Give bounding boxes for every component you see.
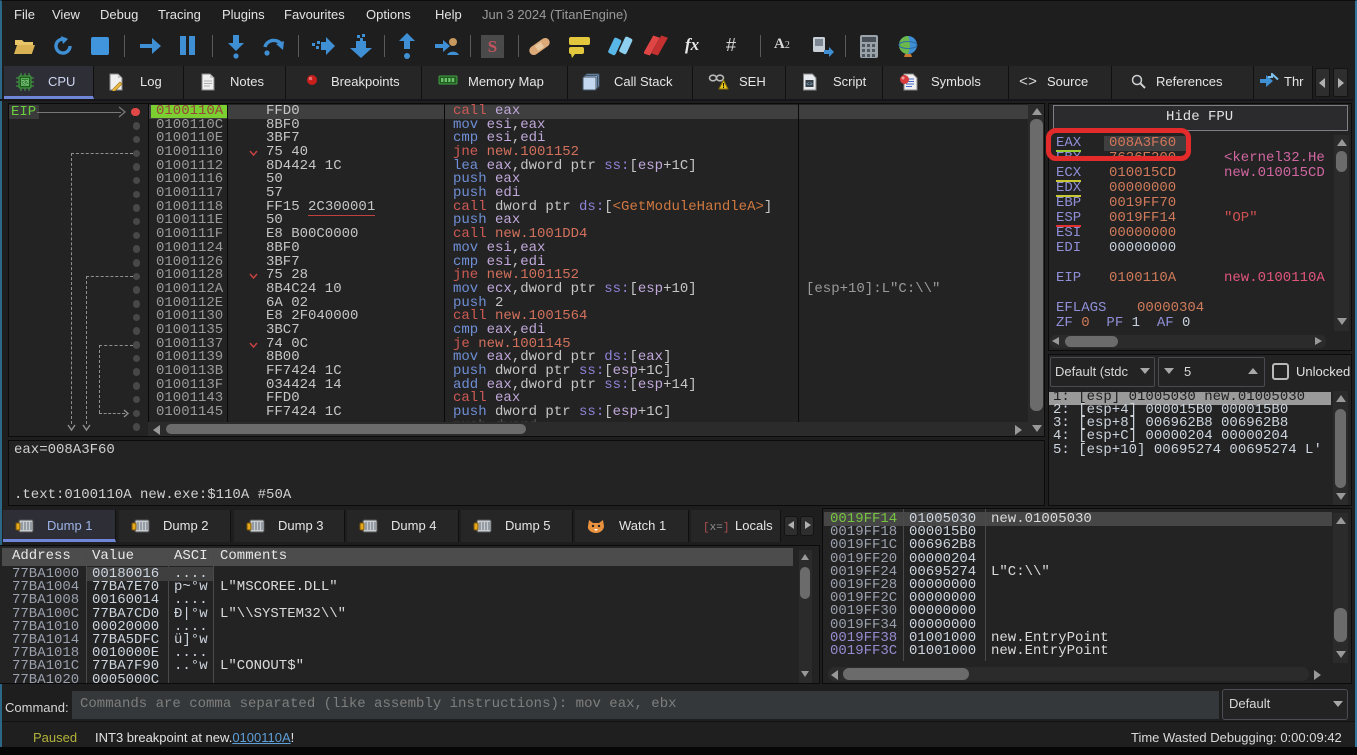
svg-text:<>: <>: [1019, 74, 1037, 89]
svg-text:!: !: [722, 83, 724, 90]
svg-text:32: 32: [22, 81, 29, 87]
svg-text:<>: <>: [806, 81, 813, 88]
